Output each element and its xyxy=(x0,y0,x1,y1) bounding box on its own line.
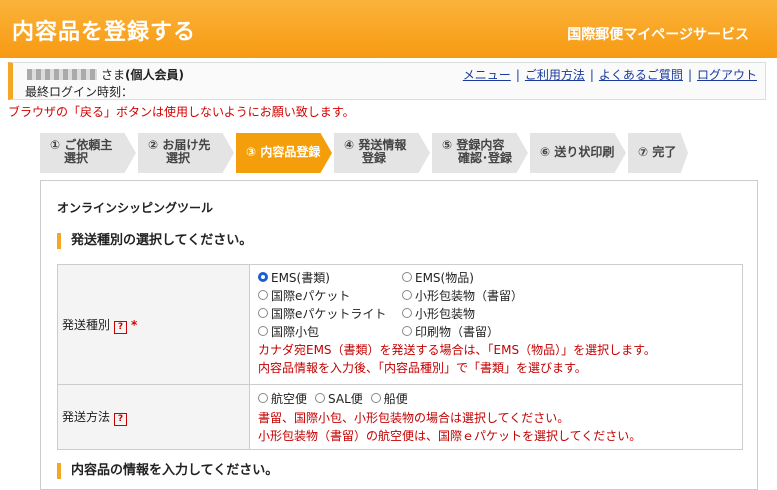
radio-air-mail[interactable]: 航空便 xyxy=(258,390,307,406)
radio-icon xyxy=(258,393,268,403)
radio-ems-documents[interactable]: EMS(書類) xyxy=(258,269,402,285)
section-title-contents: 内容品の情報を入力してください。 xyxy=(57,463,278,479)
shipping-form-table: 発送種別? * EMS(書類) EMS(物品) 国際eパケット 小形包装物（書留）… xyxy=(57,264,743,450)
radio-ems-goods[interactable]: EMS(物品) xyxy=(402,269,562,285)
page-header: 内容品を登録する 国際郵便マイページサービス xyxy=(0,0,777,58)
menu-link[interactable]: メニュー xyxy=(463,68,511,82)
radio-icon xyxy=(402,326,412,336)
radio-small-packet[interactable]: 小形包装物 xyxy=(402,305,562,321)
radio-icon xyxy=(370,393,381,403)
radio-small-packet-registered[interactable]: 小形包装物（書留） xyxy=(402,287,562,303)
logout-link[interactable]: ログアウト xyxy=(697,68,757,82)
back-button-warning: ブラウザの「戻る」ボタンは使用しないようにお願い致します。 xyxy=(8,105,355,119)
required-marker: * xyxy=(131,317,138,332)
radio-epacket-light[interactable]: 国際eパケットライト xyxy=(258,305,402,321)
step-4: ④ 発送情報 登録 xyxy=(334,133,430,173)
radio-icon xyxy=(258,326,268,336)
shipping-type-label-cell: 発送種別? * xyxy=(57,264,250,385)
member-type: (個人会員) xyxy=(125,68,184,82)
page-title: 内容品を登録する xyxy=(12,20,197,45)
step-2: ② お届け先 選択 xyxy=(138,133,234,173)
radio-icon xyxy=(315,393,326,403)
radio-parcel[interactable]: 国際小包 xyxy=(258,323,402,339)
step-6: ⑥ 送り状印刷 xyxy=(530,133,626,173)
tool-title: オンラインシッピングツール xyxy=(57,201,214,215)
shipping-method-label-cell: 発送方法? xyxy=(57,384,250,450)
last-login-label: 最終ログイン時刻： xyxy=(25,85,134,99)
help-icon[interactable]: ? xyxy=(114,413,128,426)
radio-icon xyxy=(402,308,412,318)
radio-sal-mail[interactable]: SAL便 xyxy=(315,390,363,406)
user-name-redacted xyxy=(27,69,97,80)
radio-icon xyxy=(258,290,268,300)
user-info-bar: さま (個人会員) 最終ログイン時刻： メニュー | ご利用方法 | よくあるご質問 | ロ… xyxy=(8,62,766,100)
main-panel: オンラインシッピングツール 発送種別の選択してください。 発送種別? * EMS(… xyxy=(40,180,758,490)
help-icon[interactable]: ? xyxy=(114,320,128,334)
header-links: メニュー | ご利用方法 | よくあるご質問 | ログアウト xyxy=(462,68,757,82)
step-3-current: ③ 内容品登録 xyxy=(236,133,332,173)
progress-steps: ① ご依頼主 選択 ② お届け先 選択 ③ 内容品登録 ④ 発送情報 登録 ⑤ 登録内… xyxy=(40,133,690,173)
faq-link[interactable]: よくあるご質問 xyxy=(599,68,683,82)
step-5: ⑤ 登録内容 確認･登録 xyxy=(432,133,528,173)
radio-icon xyxy=(402,272,412,282)
step-7: ⑦ 完了 xyxy=(628,133,688,173)
radio-epacket[interactable]: 国際eパケット xyxy=(258,287,402,303)
service-name: 国際郵便マイページサービス xyxy=(567,27,749,43)
radio-printed-matter-registered[interactable]: 印刷物（書留） xyxy=(402,323,562,339)
shipping-type-note: カナダ宛EMS（書類）を発送する場合は、「EMS（物品）」を選択します。 内容品… xyxy=(258,343,656,375)
shipping-method-note: 書留、国際小包、小形包装物の場合は選択してください。 小形包装物（書留）の航空便… xyxy=(258,411,642,443)
radio-icon xyxy=(258,308,268,318)
step-1: ① ご依頼主 選択 xyxy=(40,133,136,173)
radio-selected-icon xyxy=(258,272,268,282)
user-honorific: さま xyxy=(101,68,126,82)
shipping-type-options: EMS(書類) EMS(物品) 国際eパケット 小形包装物（書留） 国際eパケッ… xyxy=(249,264,743,385)
usage-guide-link[interactable]: ご利用方法 xyxy=(525,68,585,82)
section-title-shipping-type: 発送種別の選択してください。 xyxy=(57,233,252,249)
radio-icon xyxy=(402,290,412,300)
radio-sea-mail[interactable]: 船便 xyxy=(370,390,408,406)
shipping-method-options: 航空便 SAL便 船便 書留、国際小包、小形包装物の場合は選択してください。 小… xyxy=(249,384,743,450)
